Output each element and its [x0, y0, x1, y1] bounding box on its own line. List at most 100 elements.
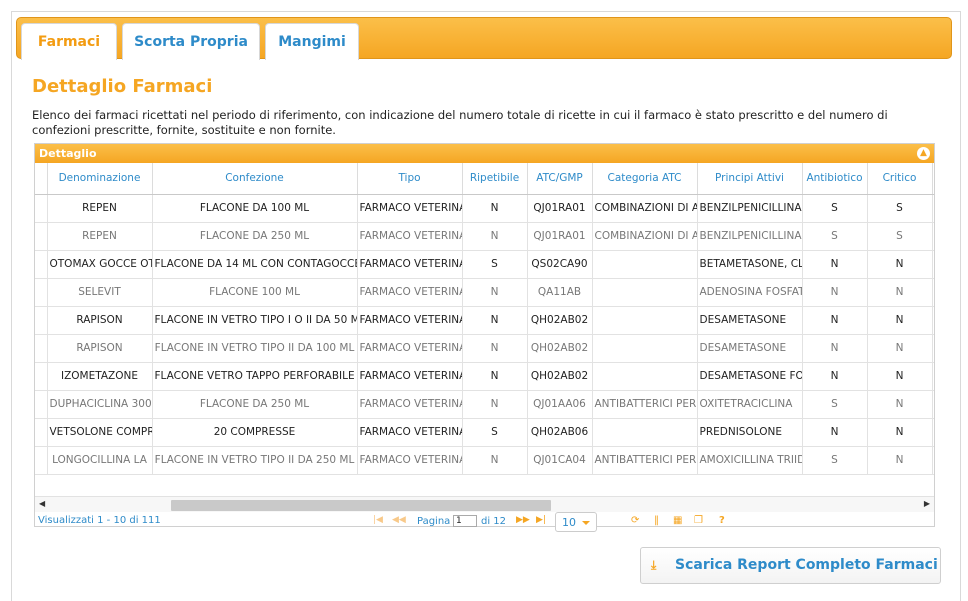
- last-page-icon[interactable]: ▶|: [536, 515, 546, 525]
- col-header-denominazione[interactable]: Denominazione: [47, 163, 153, 195]
- table-row[interactable]: VETSOLONE COMPRESSE20 COMPRESSEFARMACO V…: [35, 418, 934, 447]
- cell-categoria-atc: [592, 334, 698, 363]
- cell-tipo: FARMACO VETERINARIO: [357, 250, 463, 279]
- cell-tipo: FARMACO VETERINARIO: [357, 194, 463, 223]
- table-row[interactable]: DUPHACICLINA 300 LAFLACONE DA 250 MLFARM…: [35, 390, 934, 419]
- cell-antibiotico: N: [802, 334, 868, 363]
- cell-antibiotico: N: [802, 306, 868, 335]
- table-row[interactable]: SELEVITFLACONE 100 MLFARMACO VETERINARIO…: [35, 278, 934, 307]
- cell-ripetibile: S: [462, 418, 528, 447]
- cell-critico: N: [867, 362, 933, 391]
- col-header-categoria-atc[interactable]: Categoria ATC: [592, 163, 698, 195]
- cell-categoria-atc: [592, 418, 698, 447]
- download-report-button[interactable]: ⤓ Scarica Report Completo Farmaci: [640, 547, 941, 584]
- table-row[interactable]: RAPISON FLACONE IN VETRO TIPO II DA 100 M…: [35, 334, 934, 363]
- cell-critico: S: [867, 222, 933, 251]
- row-number-cell: [35, 278, 48, 307]
- cell-denominazione: OTOMAX GOCCE OTOLOGICHE: [47, 250, 153, 279]
- cell-ripetibile: N: [462, 194, 528, 223]
- filler-cell: [932, 194, 934, 223]
- cell-antibiotico: N: [802, 250, 868, 279]
- row-number-cell: [35, 390, 48, 419]
- scroll-right-icon[interactable]: ▶: [924, 499, 930, 508]
- col-header-principi-attivi[interactable]: Principi Attivi: [697, 163, 803, 195]
- cell-principi-attivi: DESAMETASONE: [697, 334, 803, 363]
- filler-cell: [932, 334, 934, 363]
- cell-categoria-atc: [592, 250, 698, 279]
- col-header-antibiotico[interactable]: Antibiotico: [802, 163, 868, 195]
- cell-atc-gmp: QJ01RA01: [527, 222, 593, 251]
- rownum-header: [35, 163, 48, 195]
- cell-atc-gmp: QH02AB02: [527, 306, 593, 335]
- prev-page-icon[interactable]: ◀◀: [392, 515, 406, 525]
- main-container: Farmaci Scorta Propria Mangimi Dettaglio…: [11, 11, 961, 601]
- col-header-ripetibile[interactable]: Ripetibile: [462, 163, 528, 195]
- scrollbar-thumb[interactable]: [171, 500, 551, 511]
- cell-categoria-atc: COMBINAZIONI DI ANTIBATTERICI: [592, 222, 698, 251]
- download-report-label: Scarica Report Completo Farmaci: [675, 557, 938, 573]
- table-row[interactable]: OTOMAX GOCCE OTOLOGICHEFLACONE DA 14 ML …: [35, 250, 934, 279]
- panel-header: Dettaglio ▲: [35, 144, 934, 163]
- table-row[interactable]: REPENFLACONE DA 250 MLFARMACO VETERINARI…: [35, 222, 934, 251]
- cell-critico: S: [867, 194, 933, 223]
- tab-farmaci[interactable]: Farmaci: [21, 23, 117, 60]
- table-row[interactable]: IZOMETAZONE FLACONE VETRO TAPPO PERFORABI…: [35, 362, 934, 391]
- col-header-atc-gmp[interactable]: ATC/GMP: [527, 163, 593, 195]
- tab-mangimi[interactable]: Mangimi: [265, 23, 359, 60]
- cell-confezione: FLACONE DA 100 ML: [152, 194, 358, 223]
- table-row[interactable]: RAPISON FLACONE IN VETRO TIPO I O II DA 5…: [35, 306, 934, 335]
- table-row[interactable]: REPENFLACONE DA 100 MLFARMACO VETERINARI…: [35, 194, 934, 223]
- next-page-icon[interactable]: ▶▶: [516, 515, 530, 525]
- cell-tipo: FARMACO VETERINARIO: [357, 334, 463, 363]
- table-row[interactable]: LONGOCILLINA LA FLACONE IN VETRO TIPO II …: [35, 446, 934, 475]
- col-header-tipo[interactable]: Tipo: [357, 163, 463, 195]
- cell-denominazione: IZOMETAZONE: [47, 362, 153, 391]
- page-description: Elenco dei farmaci ricettati nel periodo…: [32, 108, 888, 137]
- help-icon[interactable]: ?: [719, 515, 725, 526]
- row-number-cell: [35, 306, 48, 335]
- page-total: di 12: [481, 516, 507, 527]
- cell-atc-gmp: QH02AB06: [527, 418, 593, 447]
- cell-denominazione: REPEN: [47, 222, 153, 251]
- row-number-cell: [35, 418, 48, 447]
- columns-icon[interactable]: ‖: [654, 515, 659, 526]
- col-header-confezione[interactable]: Confezione: [152, 163, 358, 195]
- first-page-icon[interactable]: |◀: [373, 515, 383, 525]
- tab-bar: Farmaci Scorta Propria Mangimi: [16, 17, 952, 60]
- filler-cell: [932, 250, 934, 279]
- cell-critico: N: [867, 334, 933, 363]
- cell-principi-attivi: OXITETRACICLINA: [697, 390, 803, 419]
- cell-tipo: FARMACO VETERINARIO: [357, 390, 463, 419]
- refresh-icon[interactable]: ⟳: [631, 515, 639, 526]
- cell-denominazione: RAPISON: [47, 306, 153, 335]
- page-number-input[interactable]: [453, 515, 477, 527]
- filler-cell: [932, 446, 934, 475]
- cell-categoria-atc: [592, 362, 698, 391]
- cell-tipo: FARMACO VETERINARIO: [357, 222, 463, 251]
- popout-icon[interactable]: ❐: [694, 515, 703, 526]
- export-icon[interactable]: ▦: [673, 515, 682, 526]
- cell-antibiotico: N: [802, 418, 868, 447]
- cell-antibiotico: S: [802, 390, 868, 419]
- collapse-icon[interactable]: ▲: [917, 147, 930, 160]
- cell-atc-gmp: QH02AB02: [527, 362, 593, 391]
- horizontal-scrollbar[interactable]: ◀ ▶: [35, 496, 934, 512]
- filler-header: [932, 163, 934, 195]
- cell-critico: N: [867, 418, 933, 447]
- scroll-left-icon[interactable]: ◀: [39, 499, 45, 508]
- cell-critico: N: [867, 278, 933, 307]
- cell-atc-gmp: QH02AB02: [527, 334, 593, 363]
- cell-confezione: FLACONE IN VETRO TIPO II DA 100 ML: [152, 334, 358, 363]
- row-number-cell: [35, 194, 48, 223]
- cell-atc-gmp: QS02CA90: [527, 250, 593, 279]
- cell-critico: N: [867, 446, 933, 475]
- cell-denominazione: SELEVIT: [47, 278, 153, 307]
- page-size-select[interactable]: 10: [555, 512, 597, 532]
- detail-panel: Dettaglio ▲ Denominazione Confezione Tip…: [34, 143, 935, 532]
- page-size-value: 10: [562, 516, 576, 529]
- download-icon: ⤓: [651, 558, 657, 572]
- cell-categoria-atc: [592, 278, 698, 307]
- col-header-critico[interactable]: Critico: [867, 163, 933, 195]
- tab-scorta-propria[interactable]: Scorta Propria: [122, 23, 260, 60]
- cell-principi-attivi: ADENOSINA FOSFATO, VITAMINE: [697, 278, 803, 307]
